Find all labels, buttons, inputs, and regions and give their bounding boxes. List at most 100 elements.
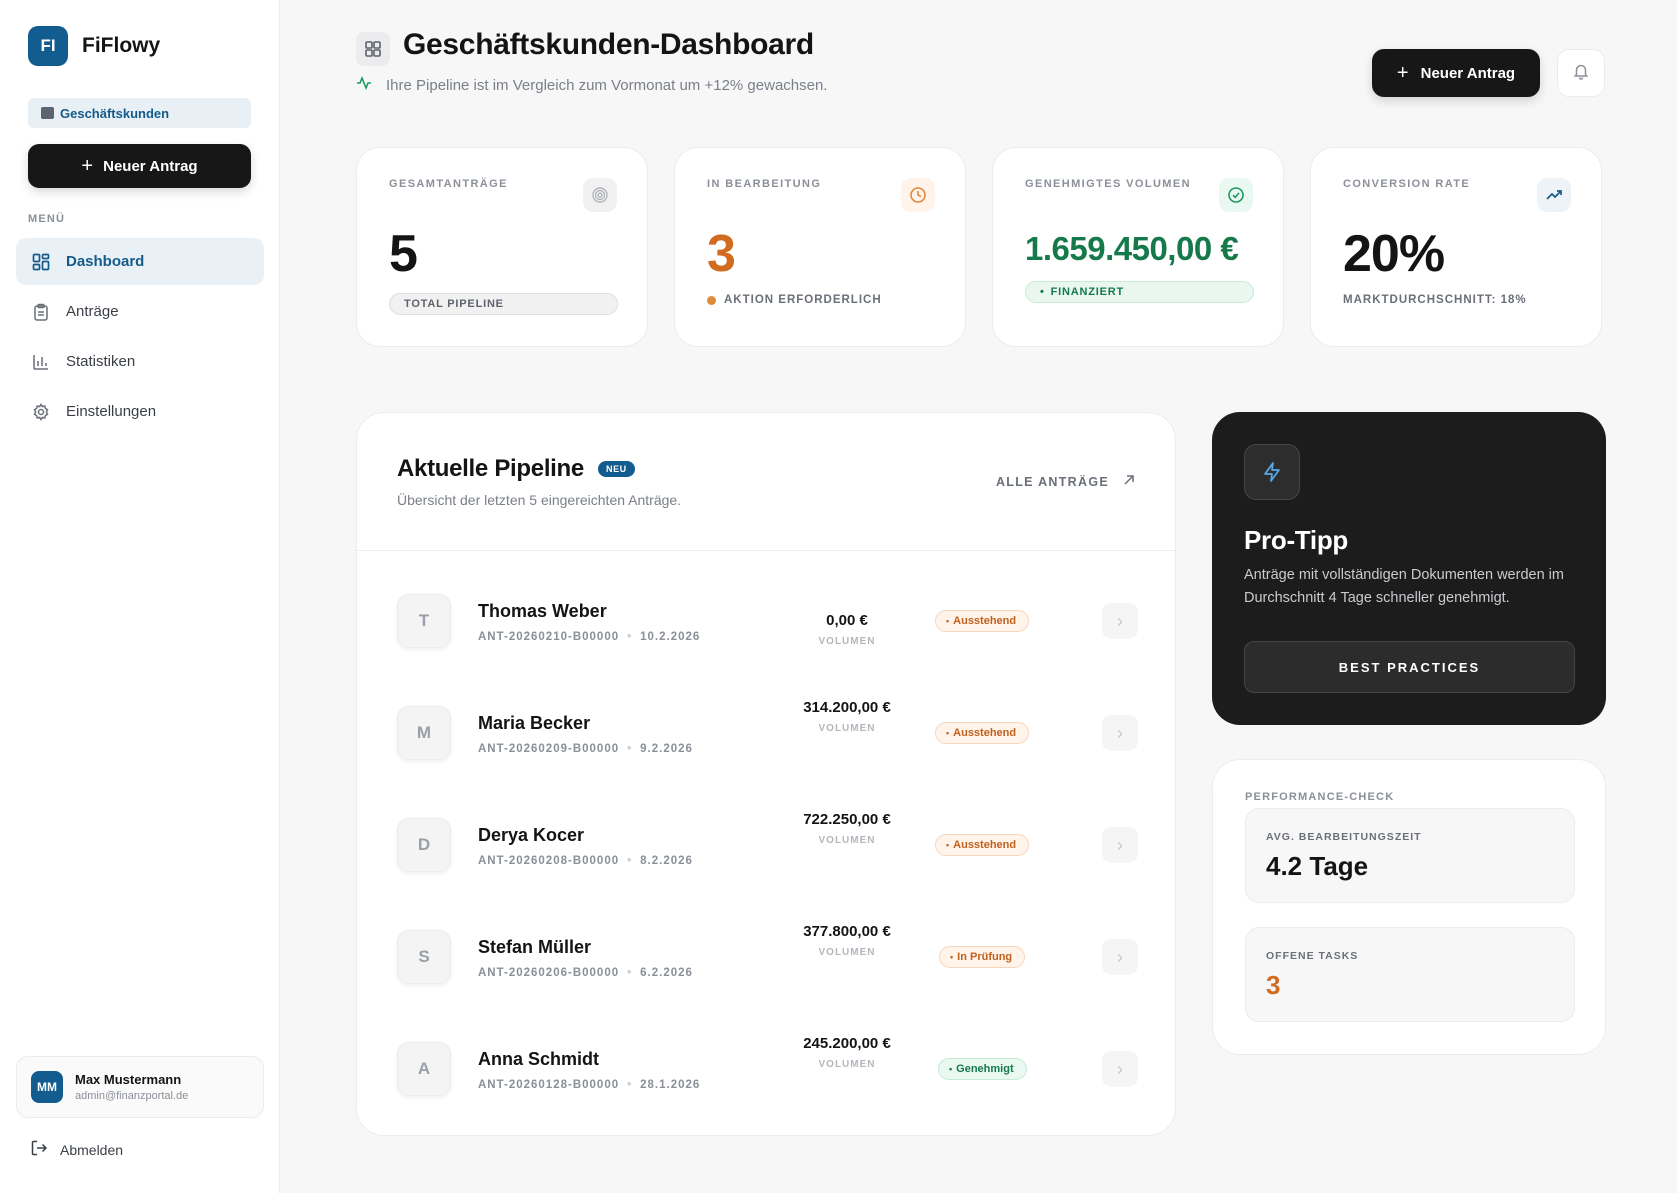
table-row[interactable]: S Stefan Müller ANT-20260206-B00000 • 6.… bbox=[357, 905, 1175, 1017]
status-dot: • bbox=[950, 952, 954, 962]
separator-dot: • bbox=[627, 967, 633, 979]
volume-label: VOLUMEN bbox=[818, 947, 876, 958]
building-icon bbox=[41, 107, 54, 119]
table-row[interactable]: D Derya Kocer ANT-20260208-B00000 • 8.2.… bbox=[357, 793, 1175, 905]
status-badge: • In Prüfung bbox=[939, 946, 1026, 968]
avatar: MM bbox=[31, 1071, 63, 1103]
row-amount-value: 245.200,00 € bbox=[803, 1035, 891, 1052]
best-practices-button[interactable]: BEST PRACTICES bbox=[1244, 641, 1575, 693]
status-text: Genehmigt bbox=[956, 1063, 1014, 1075]
chevron-right-icon: › bbox=[1117, 722, 1123, 743]
kpi-pill: • FINANZIERT bbox=[1025, 281, 1254, 303]
kpi-value: 20% bbox=[1343, 225, 1445, 283]
status-text: Ausstehend bbox=[953, 727, 1017, 739]
all-requests-label: ALLE ANTRÄGE bbox=[995, 474, 1109, 489]
status-badge: • Genehmigt bbox=[938, 1058, 1027, 1080]
status-badge: • Ausstehend bbox=[935, 834, 1030, 856]
row-open-button[interactable]: › bbox=[1102, 715, 1138, 751]
kpi-label: GESAMTANTRÄGE bbox=[389, 178, 508, 190]
table-row[interactable]: T Thomas Weber ANT-20260210-B00000 • 10.… bbox=[357, 569, 1175, 681]
chevron-right-icon: › bbox=[1117, 1058, 1123, 1079]
row-open-button[interactable]: › bbox=[1102, 1051, 1138, 1087]
row-avatar: D bbox=[397, 818, 451, 872]
menu-label: MENÜ bbox=[28, 213, 66, 225]
row-meta: ANT-20260209-B00000 • 9.2.2026 bbox=[478, 743, 693, 755]
trending-up-icon bbox=[1537, 178, 1571, 212]
chevron-right-icon: › bbox=[1117, 946, 1123, 967]
separator-dot: • bbox=[627, 855, 633, 867]
bell-icon bbox=[1572, 62, 1590, 85]
gear-icon bbox=[32, 402, 50, 421]
status-badge: • Ausstehend bbox=[935, 722, 1030, 744]
row-meta: ANT-20260206-B00000 • 6.2.2026 bbox=[478, 967, 693, 979]
sidebar-item-dashboard[interactable]: Dashboard bbox=[16, 238, 264, 285]
row-avatar: M bbox=[397, 706, 451, 760]
open-tasks-value: 3 bbox=[1266, 970, 1281, 1000]
user-card[interactable]: MM Max Mustermann admin@finanzportal.de bbox=[16, 1056, 264, 1118]
status-text: Ausstehend bbox=[953, 615, 1017, 627]
separator-dot: • bbox=[627, 743, 633, 755]
subtitle-text: Ihre Pipeline ist im Vergleich zum Vormo… bbox=[386, 76, 828, 94]
all-requests-link[interactable]: ALLE ANTRÄGE bbox=[996, 474, 1135, 489]
status-text: Ausstehend bbox=[953, 839, 1017, 851]
page-subtitle: Ihre Pipeline ist im Vergleich zum Vormo… bbox=[356, 75, 827, 95]
open-tasks: OFFENE TASKS 3 bbox=[1245, 927, 1575, 1022]
row-amount-value: 314.200,00 € bbox=[803, 699, 891, 716]
row-open-button[interactable]: › bbox=[1102, 827, 1138, 863]
status-dot: • bbox=[946, 728, 950, 738]
sidebar-item-label: Anträge bbox=[66, 303, 119, 320]
activity-icon bbox=[356, 75, 372, 95]
kpi-note: MARKTDURCHSCHNITT: 18% bbox=[1343, 294, 1527, 306]
row-amount: 722.250,00 € VOLUMEN bbox=[802, 808, 892, 848]
new-badge: NEU bbox=[597, 461, 635, 477]
volume-label: VOLUMEN bbox=[818, 636, 876, 647]
table-row[interactable]: A Anna Schmidt ANT-20260128-B00000 • 28.… bbox=[357, 1017, 1175, 1129]
row-amount-value: 722.250,00 € bbox=[803, 811, 891, 828]
row-name: Derya Kocer bbox=[478, 825, 585, 845]
status-dot: • bbox=[949, 1064, 953, 1074]
clock-icon bbox=[901, 178, 935, 212]
brand[interactable]: FI FiFlowy bbox=[28, 26, 160, 66]
sidebar: FI FiFlowy Geschäftskunden + Neuer Antra… bbox=[0, 0, 280, 1193]
kpi-label: GENEHMIGTES VOLUMEN bbox=[1025, 178, 1191, 190]
row-date: 10.2.2026 bbox=[640, 631, 701, 643]
row-id: ANT-20260128-B00000 bbox=[478, 1079, 620, 1091]
target-icon bbox=[583, 178, 617, 212]
volume-label: VOLUMEN bbox=[818, 723, 876, 734]
grid-icon bbox=[32, 253, 50, 271]
sidebar-item-einstellungen[interactable]: Einstellungen bbox=[16, 388, 264, 435]
plus-icon: + bbox=[81, 155, 94, 177]
kpi-card-total: GESAMTANTRÄGE 5 TOTAL PIPELINE bbox=[356, 147, 648, 347]
sidebar-item-antraege[interactable]: Anträge bbox=[16, 288, 264, 335]
new-request-button[interactable]: + Neuer Antrag bbox=[1372, 49, 1540, 97]
segment-label: Geschäftskunden bbox=[60, 105, 170, 121]
table-row[interactable]: M Maria Becker ANT-20260209-B00000 • 9.2… bbox=[357, 681, 1175, 793]
chevron-right-icon: › bbox=[1117, 834, 1123, 855]
row-open-button[interactable]: › bbox=[1102, 939, 1138, 975]
row-meta: ANT-20260128-B00000 • 28.1.2026 bbox=[478, 1079, 700, 1091]
plus-icon: + bbox=[1396, 62, 1409, 84]
kpi-pill-text: FINANZIERT bbox=[1050, 286, 1125, 298]
volume-label: VOLUMEN bbox=[818, 835, 876, 846]
notifications-button[interactable] bbox=[1557, 49, 1605, 97]
kpi-note: AKTION ERFORDERLICH bbox=[707, 294, 882, 306]
chevron-right-icon: › bbox=[1117, 610, 1123, 631]
row-amount: 377.800,00 € VOLUMEN bbox=[802, 920, 892, 960]
sidebar-new-request-button[interactable]: + Neuer Antrag bbox=[28, 144, 251, 188]
logout-button[interactable]: Abmelden bbox=[30, 1139, 123, 1160]
row-id: ANT-20260209-B00000 bbox=[478, 743, 620, 755]
open-tasks-label: OFFENE TASKS bbox=[1266, 950, 1359, 962]
row-meta: ANT-20260208-B00000 • 8.2.2026 bbox=[478, 855, 693, 867]
row-open-button[interactable]: › bbox=[1102, 603, 1138, 639]
status-dot: • bbox=[946, 840, 950, 850]
kpi-pill: TOTAL PIPELINE bbox=[389, 293, 618, 315]
pro-tip-card: Pro-Tipp Anträge mit vollständigen Dokum… bbox=[1212, 412, 1606, 725]
kpi-card-volume: GENEHMIGTES VOLUMEN 1.659.450,00 € • FIN… bbox=[992, 147, 1284, 347]
new-request-label: Neuer Antrag bbox=[1420, 64, 1516, 82]
bar-chart-icon bbox=[32, 353, 50, 371]
pipeline-title: Aktuelle Pipeline NEU bbox=[397, 455, 635, 483]
user-name: Max Mustermann bbox=[75, 1072, 182, 1087]
segment-badge[interactable]: Geschäftskunden bbox=[28, 98, 251, 128]
sidebar-item-statistiken[interactable]: Statistiken bbox=[16, 338, 264, 385]
status-dot: • bbox=[946, 616, 950, 626]
